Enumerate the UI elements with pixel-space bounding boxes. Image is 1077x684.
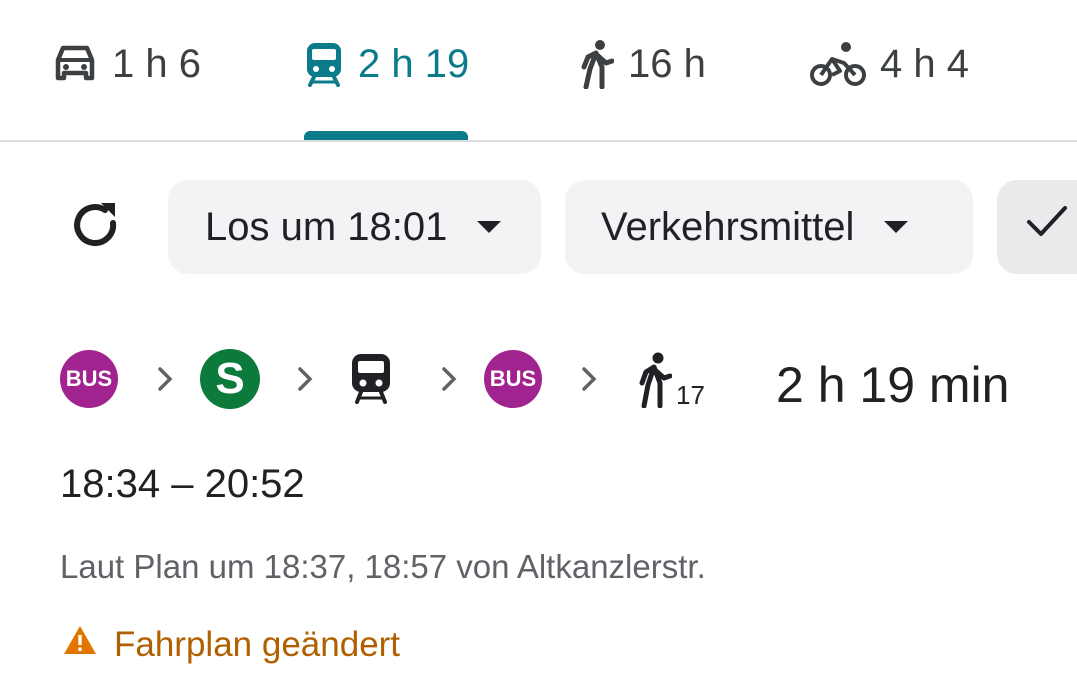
transit-modes-label: Verkehrsmittel	[601, 204, 855, 249]
departure-time-label: Los um 18:01	[205, 204, 448, 249]
schedule-warning: Fahrplan geändert	[62, 624, 400, 665]
bus-badge: BUS	[484, 350, 542, 408]
chevron-right-icon	[580, 366, 598, 397]
car-icon	[52, 44, 98, 84]
refresh-button[interactable]	[64, 196, 128, 260]
tab-car-label: 1 h 6	[112, 41, 201, 86]
transit-modes-chip[interactable]: Verkehrsmittel	[565, 180, 973, 274]
tab-walk[interactable]: 16 h	[580, 34, 706, 94]
walk-icon	[580, 39, 614, 89]
bus-badge: BUS	[60, 350, 118, 408]
tab-walk-label: 16 h	[628, 41, 706, 86]
tab-car[interactable]: 1 h 6	[52, 34, 201, 94]
walk-icon	[638, 352, 673, 413]
train-icon	[304, 41, 344, 87]
train-icon	[350, 352, 392, 409]
options-chip[interactable]	[997, 180, 1077, 274]
refresh-icon	[69, 199, 123, 258]
dropdown-caret-icon	[884, 221, 909, 233]
chevron-right-icon	[156, 366, 174, 397]
travel-mode-tabs: 1 h 6 2 h 19 16 h 4 h 4	[0, 0, 1077, 142]
departure-time-chip[interactable]: Los um 18:01	[168, 180, 541, 274]
walk-minutes: 17	[676, 380, 705, 410]
tab-transit[interactable]: 2 h 19	[304, 34, 469, 94]
warning-text: Fahrplan geändert	[114, 624, 401, 664]
tab-transit-label: 2 h 19	[358, 41, 470, 86]
warning-icon	[62, 624, 98, 665]
route-times: 18:34 – 20:52	[60, 462, 305, 506]
route-summary[interactable]: BUS S BUS 17 2 h 19 min	[60, 346, 1060, 414]
route-duration: 2 h 19 min	[776, 357, 1010, 413]
tab-bicycle[interactable]: 4 h 4	[810, 34, 969, 94]
tab-bicycle-label: 4 h 4	[880, 41, 969, 86]
sbahn-badge: S	[200, 349, 260, 409]
schedule-note: Laut Plan um 18:37, 18:57 von Altkanzler…	[60, 548, 706, 585]
chevron-right-icon	[296, 366, 314, 397]
bicycle-icon	[810, 41, 866, 87]
chevron-right-icon	[440, 366, 458, 397]
dropdown-caret-icon	[477, 221, 502, 233]
tabs-divider	[0, 140, 1077, 142]
check-icon	[1025, 204, 1069, 250]
